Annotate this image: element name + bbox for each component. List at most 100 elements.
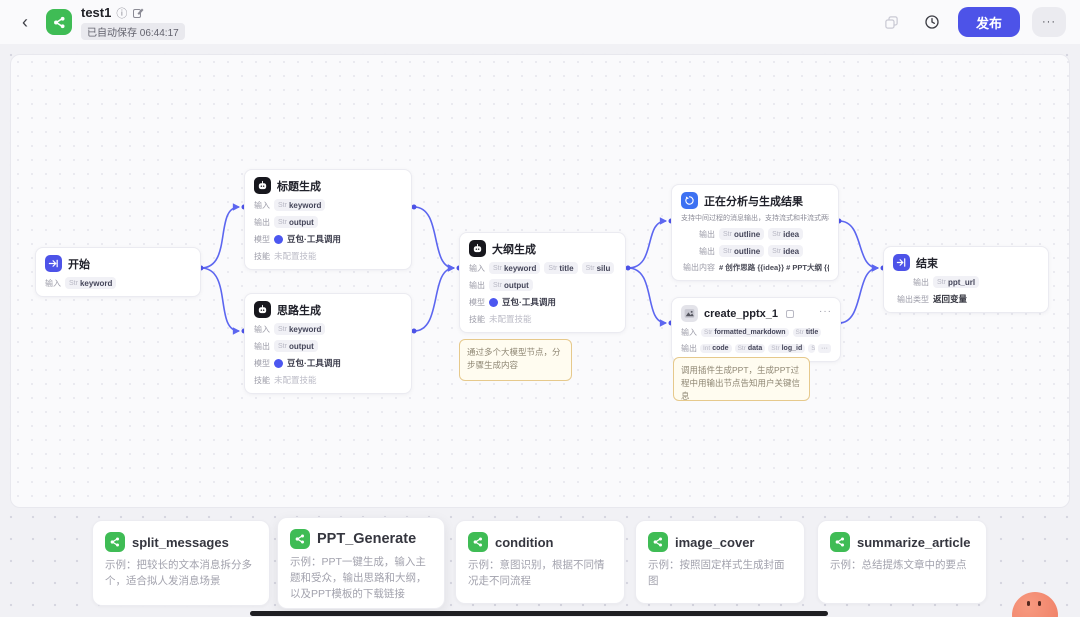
workflow-template-icon	[105, 532, 125, 552]
param-tag: Strformatted_markdown	[701, 328, 789, 337]
output-content-label: 输出内容	[681, 262, 715, 273]
template-card-image-cover[interactable]: image_cover 示例：按照固定样式生成封面图	[635, 520, 805, 604]
node-title: 正在分析与生成结果	[704, 193, 803, 209]
node-start[interactable]: 开始 输入 Strkeyword	[35, 247, 201, 297]
llm-icon	[254, 301, 271, 318]
param-tag: Strkeyword	[489, 262, 540, 274]
param-tag: Stridea	[768, 228, 803, 240]
output-type-value: 返回变量	[933, 293, 967, 305]
param-tag: Strtitle	[793, 328, 822, 337]
input-label: 输入	[681, 327, 697, 338]
clock-history-icon	[924, 14, 940, 30]
param-tag-truncated: Strmessage	[808, 344, 815, 353]
template-desc: 示例：把较长的文本消息拆分多个，适合拟人发消息场景	[105, 558, 257, 590]
template-title: condition	[495, 535, 554, 550]
output-label: 输出	[681, 246, 715, 257]
node-output-analysis[interactable]: 正在分析与生成结果 支持中间过程的消息输出，支持流式和非流式两种方式 输出 St…	[671, 184, 839, 281]
header-bar: ‹ test1 ⓘ 已自动保存 06:44:17	[0, 0, 1080, 44]
model-provider-icon	[274, 359, 283, 368]
model-name: 豆包·工具调用	[287, 357, 341, 369]
output-type-label: 输出类型	[893, 294, 929, 305]
output-label: 输出	[254, 341, 270, 352]
workflow-canvas[interactable]: 开始 输入 Strkeyword 标题生成 输入 Strkeyword 输出 S…	[10, 54, 1070, 508]
template-title: summarize_article	[857, 535, 970, 550]
end-icon	[893, 254, 910, 271]
input-label: 输入	[45, 278, 61, 289]
overflow-params-chip[interactable]: ···	[818, 344, 831, 353]
node-create-pptx[interactable]: create_pptx_1 ··· 输入 Strformatted_markdo…	[671, 297, 841, 362]
history-button[interactable]	[918, 8, 946, 36]
info-icon[interactable]: ⓘ	[116, 5, 127, 21]
edge-outline-to-analysis[interactable]	[628, 221, 666, 268]
workflow-template-icon	[830, 532, 850, 552]
sticky-note-plugin-info[interactable]: 调用插件生成PPT，生成PPT过程中用输出节点告知用户关键信息	[673, 357, 810, 401]
node-title: 思路生成	[277, 302, 321, 318]
template-card-ppt-generate[interactable]: PPT_Generate 示例：PPT一键生成，输入主题和受众，输出思路和大纲，…	[277, 517, 445, 609]
output-content-value: # 创作思路 {{idea}} # PPT大纲 {{outline}}	[719, 262, 829, 273]
node-silu-gen[interactable]: 思路生成 输入 Strkeyword 输出 Stroutput 模型 豆包·工具…	[244, 293, 412, 394]
edge-title-to-outline[interactable]	[414, 207, 454, 268]
skill-value: 未配置技能	[274, 374, 317, 386]
skill-value: 未配置技能	[489, 313, 532, 325]
publish-button[interactable]: 发布	[958, 7, 1020, 37]
node-end[interactable]: 结束 输出 Strppt_url 输出类型 返回变量	[883, 246, 1049, 313]
workflow-template-icon	[468, 532, 488, 552]
param-tag: Strppt_url	[933, 276, 979, 288]
template-desc: 示例：PPT一键生成，输入主题和受众，输出思路和大纲，以及PPT模板的下载链接	[290, 555, 432, 602]
output-label: 输出	[681, 343, 697, 354]
skill-value: 未配置技能	[274, 250, 317, 262]
template-card-condition[interactable]: condition 示例：意图识别，根据不同情况走不同流程	[455, 520, 625, 604]
param-tag: Strtitle	[544, 262, 577, 274]
bottom-handle-bar	[250, 611, 828, 616]
output-label: 输出	[893, 277, 929, 288]
edge-silu-to-outline[interactable]	[414, 268, 454, 331]
edge-outline-to-pptx[interactable]	[628, 268, 666, 323]
mascot-eye	[1027, 601, 1030, 606]
model-name: 豆包·工具调用	[502, 296, 556, 308]
model-label: 模型	[469, 297, 485, 308]
node-title-gen[interactable]: 标题生成 输入 Strkeyword 输出 Stroutput 模型 豆包·工具…	[244, 169, 412, 270]
template-card-summarize-article[interactable]: summarize_article 示例：总结提炼文章中的要点	[817, 520, 987, 604]
input-label: 输入	[254, 200, 270, 211]
message-output-icon	[681, 192, 698, 209]
edge-analysis-to-end[interactable]	[839, 221, 878, 268]
edge-start-to-title[interactable]	[201, 207, 239, 268]
page-title: test1	[81, 5, 111, 20]
workflow-editor-page: { "header": { "back_glyph": "‹", "title"…	[0, 0, 1080, 617]
node-outline-gen[interactable]: 大纲生成 输入 Strkeyword Strtitle Strsilu 输出 S…	[459, 232, 626, 333]
sticky-note-llm-steps[interactable]: 通过多个大模型节点，分步骤生成内容	[459, 339, 572, 381]
model-name: 豆包·工具调用	[287, 233, 341, 245]
node-title: 开始	[68, 256, 90, 272]
param-tag: Strkeyword	[274, 199, 325, 211]
start-icon	[45, 255, 62, 272]
model-label: 模型	[254, 234, 270, 245]
param-tag: Stroutput	[489, 279, 533, 291]
template-desc: 示例：按照固定样式生成封面图	[648, 558, 792, 590]
node-subtitle: 支持中间过程的消息输出，支持流式和非流式两种方式	[681, 213, 829, 223]
edit-icon[interactable]	[132, 7, 144, 19]
model-label: 模型	[254, 358, 270, 369]
model-provider-icon	[274, 235, 283, 244]
param-tag: Strkeyword	[65, 277, 116, 289]
assistant-mascot-button[interactable]	[1012, 592, 1058, 617]
model-provider-icon	[489, 298, 498, 307]
workflow-nodes-icon	[52, 15, 67, 30]
template-desc: 示例：意图识别，根据不同情况走不同流程	[468, 558, 612, 590]
output-label: 输出	[681, 229, 715, 240]
template-card-split-messages[interactable]: split_messages 示例：把较长的文本消息拆分多个，适合拟人发消息场景	[92, 520, 270, 606]
back-button[interactable]: ‹	[12, 9, 38, 35]
param-tag: Strsilu	[582, 262, 615, 274]
edge-pptx-to-end[interactable]	[839, 268, 878, 323]
node-menu-button[interactable]: ···	[819, 306, 832, 317]
skill-label: 技能	[469, 314, 485, 325]
duplicate-button[interactable]	[878, 8, 906, 36]
edge-start-to-silu[interactable]	[201, 268, 239, 331]
skill-label: 技能	[254, 375, 270, 386]
template-title: PPT_Generate	[317, 531, 416, 547]
output-label: 输出	[469, 280, 485, 291]
more-options-button[interactable]: ···	[1032, 7, 1066, 37]
param-tag: Stroutput	[274, 340, 318, 352]
skill-label: 技能	[254, 251, 270, 262]
template-title: split_messages	[132, 535, 229, 550]
node-title: 结束	[916, 255, 938, 271]
